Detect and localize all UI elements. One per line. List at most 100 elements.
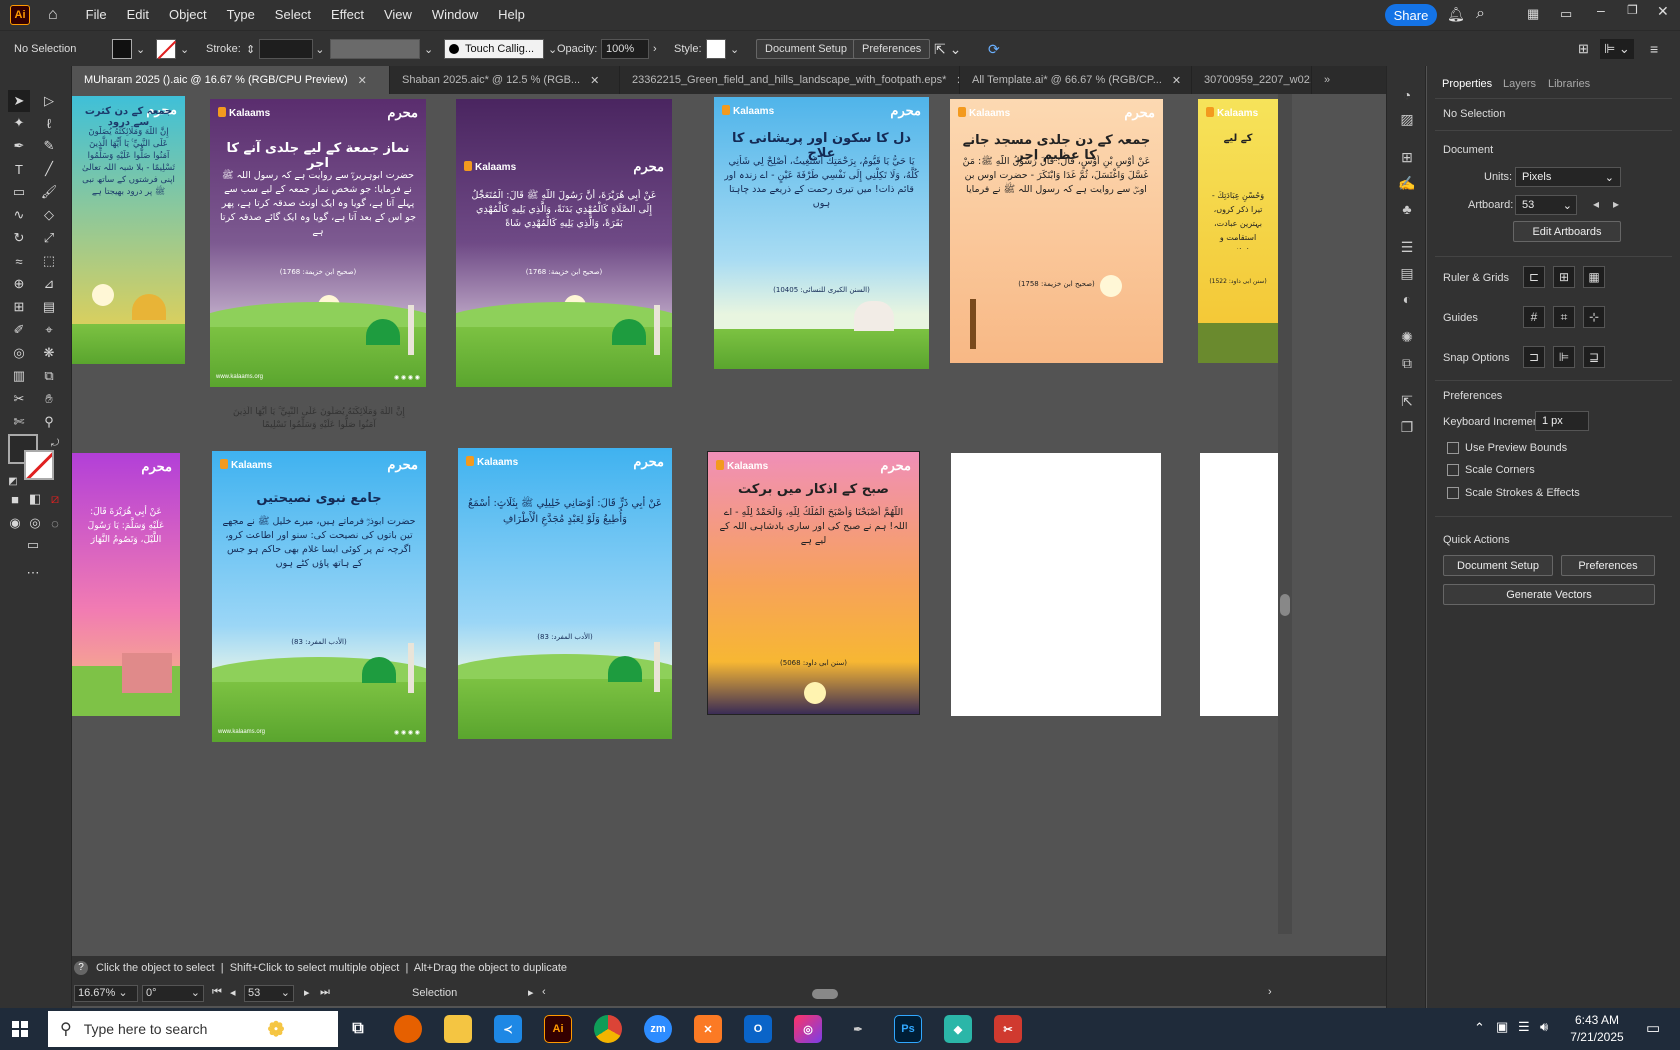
taskbar-search[interactable]: ⚲ Type here to search bbox=[48, 1011, 338, 1047]
horizontal-scrollbar[interactable] bbox=[556, 989, 1276, 999]
menu-help[interactable]: Help bbox=[488, 0, 535, 30]
document-setup-button[interactable]: Document Setup bbox=[756, 39, 856, 59]
close-icon[interactable]: ✕ bbox=[1657, 3, 1669, 20]
tray-chevron-icon[interactable]: ⌃ bbox=[1474, 1020, 1485, 1036]
brushes-panel-icon[interactable]: ✍ bbox=[1396, 172, 1418, 194]
brush-definition[interactable]: Touch Callig... ⌄ bbox=[444, 39, 557, 59]
artboards-panel-icon[interactable]: ❐ bbox=[1396, 416, 1418, 438]
mesh-tool-icon[interactable]: ⊞ bbox=[8, 296, 30, 318]
image-panel-icon[interactable]: ▨ bbox=[1396, 108, 1418, 130]
empty-artboard[interactable] bbox=[951, 453, 1161, 716]
color-mode-icon[interactable]: ■ bbox=[4, 488, 26, 510]
last-artboard-icon[interactable]: ⏭ bbox=[320, 986, 330, 999]
artboard-tool-icon[interactable]: ⧉ bbox=[38, 365, 60, 387]
shaper-tool-icon[interactable]: ∿ bbox=[8, 204, 30, 226]
next-artboard-icon[interactable]: ▸ bbox=[1613, 197, 1619, 211]
more-tools-icon[interactable]: ⋯ bbox=[22, 562, 44, 584]
screen-mode-icon[interactable]: ▭ bbox=[22, 534, 44, 556]
zoom-app-icon[interactable]: zm bbox=[644, 1015, 672, 1043]
windows-start-icon[interactable] bbox=[12, 1021, 28, 1037]
scroll-thumb[interactable] bbox=[812, 989, 838, 999]
artboard[interactable]: Kalaams محرم عَنْ أَبِي هُرَيْرَةَ، أَنَ… bbox=[456, 99, 672, 387]
prev-artboard-icon[interactable]: ◂ bbox=[230, 986, 236, 999]
minimize-icon[interactable]: – bbox=[1597, 2, 1605, 18]
draw-inside-icon[interactable]: ◌ bbox=[44, 512, 66, 534]
artboard[interactable]: محرم عَنْ أَبِي هُرَيْرَةَ قَالَ: عَلَيْ… bbox=[72, 453, 180, 716]
app-gem-icon[interactable]: ◆ bbox=[944, 1015, 972, 1043]
transform-panel-icon[interactable]: ⊞ bbox=[1396, 146, 1418, 168]
menu-edit[interactable]: Edit bbox=[117, 0, 159, 30]
status-arrow-icon[interactable]: ▸ bbox=[528, 986, 534, 999]
canvas[interactable]: محرم جمعہ کے دن کثرت سے درود إِنَّ اللَّ… bbox=[72, 94, 1372, 956]
edit-artboards-button[interactable]: Edit Artboards bbox=[1513, 221, 1621, 242]
line-tool-icon[interactable]: ╱ bbox=[38, 158, 60, 180]
smart-guides-icon[interactable]: ⊹ bbox=[1583, 306, 1605, 328]
preferences-button[interactable]: Preferences bbox=[1561, 555, 1655, 576]
paintbrush-tool-icon[interactable]: 🖌︎ bbox=[38, 181, 60, 203]
tab-properties[interactable]: Properties bbox=[1442, 78, 1492, 90]
firefox-icon[interactable] bbox=[394, 1015, 422, 1043]
gradient-tool-icon[interactable]: ▤ bbox=[38, 296, 60, 318]
rotate-tool-icon[interactable]: ↻ bbox=[8, 227, 30, 249]
recolor-icon[interactable]: ⟳ bbox=[988, 39, 1000, 59]
panel-icon[interactable]: ▭ bbox=[1560, 6, 1572, 22]
stroke-swatch[interactable]: ⌄ bbox=[156, 39, 189, 60]
column-graph-tool-icon[interactable]: ▥ bbox=[8, 365, 30, 387]
file-explorer-icon[interactable] bbox=[444, 1015, 472, 1043]
arrange-icon[interactable]: ▦ bbox=[1527, 6, 1539, 22]
export-panel-icon[interactable]: ⇱ bbox=[1396, 390, 1418, 412]
artboard[interactable]: محرم جمعہ کے دن کثرت سے درود إِنَّ اللَّ… bbox=[72, 96, 185, 364]
artboard-nav-select[interactable]: 53 ⌄ bbox=[244, 985, 294, 1002]
creative-cloud-icon[interactable]: ◎ bbox=[794, 1015, 822, 1043]
close-tab-icon[interactable]: ✕ bbox=[590, 74, 599, 87]
tab-muharam[interactable]: MUharam 2025 ().aic @ 16.67 % (RGB/CPU P… bbox=[72, 66, 390, 94]
document-setup-button[interactable]: Document Setup bbox=[1443, 555, 1553, 576]
bell-icon[interactable]: 🔔︎ bbox=[1447, 6, 1465, 23]
illustrator-taskbar-icon[interactable]: Ai bbox=[544, 1015, 572, 1043]
opacity-input[interactable]: 100% › bbox=[601, 39, 657, 59]
menu-view[interactable]: View bbox=[374, 0, 422, 30]
balloons-icon[interactable]: ❁ bbox=[262, 1015, 290, 1043]
variable-width-profile[interactable]: ⌄ bbox=[330, 39, 433, 59]
tab-green-field[interactable]: 23362215_Green_field_and_hills_landscape… bbox=[620, 66, 960, 94]
pen-tool-icon[interactable]: ✒ bbox=[8, 135, 30, 157]
artboard[interactable]: Kalaams محرم صبح کے اذکار میں برکت اللَّ… bbox=[707, 451, 920, 715]
eyedropper-tool-icon[interactable]: ✐ bbox=[8, 319, 30, 341]
type-tool-icon[interactable]: T bbox=[8, 158, 30, 180]
artboard[interactable]: Kalaams محرم عَنْ أَبِي ذَرٍّ قَالَ: أَو… bbox=[458, 448, 672, 739]
align-icon[interactable]: ⊞ bbox=[1578, 39, 1589, 59]
artboard[interactable]: Kalaams محرم جمعہ کے دن جلدی مسجد جانے ک… bbox=[950, 99, 1163, 363]
graphic-styles-panel-icon[interactable]: ✺ bbox=[1396, 326, 1418, 348]
share-button[interactable]: Share bbox=[1385, 4, 1437, 26]
photoshop-taskbar-icon[interactable]: Ps bbox=[894, 1015, 922, 1043]
menu-icon[interactable]: ≡ bbox=[1650, 39, 1658, 59]
selection-tool-icon[interactable]: ➤ bbox=[8, 90, 30, 112]
menu-window[interactable]: Window bbox=[422, 0, 488, 30]
restore-icon[interactable]: ❐ bbox=[1627, 3, 1638, 17]
tab-overflow-icon[interactable]: » bbox=[1312, 66, 1342, 94]
fill-swatch[interactable]: ⌄ bbox=[112, 39, 145, 59]
pen-app-icon[interactable]: ✒ bbox=[844, 1015, 872, 1043]
magic-wand-tool-icon[interactable]: ✦ bbox=[8, 112, 30, 134]
slice-tool-icon[interactable]: ✂ bbox=[8, 388, 30, 410]
app-tool-icon[interactable]: ✂ bbox=[994, 1015, 1022, 1043]
use-preview-bounds-checkbox[interactable]: Use Preview Bounds bbox=[1447, 442, 1567, 454]
previous-artboard-icon[interactable]: ◂ bbox=[1593, 197, 1599, 211]
scale-corners-checkbox[interactable]: Scale Corners bbox=[1447, 464, 1535, 476]
next-artboard-icon[interactable]: ▸ bbox=[304, 986, 310, 999]
shape-builder-tool-icon[interactable]: ⊕ bbox=[8, 273, 30, 295]
draw-behind-icon[interactable]: ◎ bbox=[24, 512, 46, 534]
tab-all-template[interactable]: All Template.ai* @ 66.67 % (RGB/CP... ✕ bbox=[960, 66, 1192, 94]
tray-network-icon[interactable]: ▣ bbox=[1496, 1019, 1508, 1035]
blend-tool-icon[interactable]: ◎ bbox=[8, 342, 30, 364]
keyboard-increment-input[interactable]: 1 px bbox=[1535, 411, 1589, 431]
scroll-left-icon[interactable]: ‹ bbox=[542, 986, 546, 998]
menu-object[interactable]: Object bbox=[159, 0, 217, 30]
rulers-icon[interactable]: ⊏ bbox=[1523, 266, 1545, 288]
rectangle-tool-icon[interactable]: ▭ bbox=[8, 181, 30, 203]
artboard[interactable]: Kalaams محرم جامع نبوی نصیحتیں حضرت ابوذ… bbox=[212, 451, 426, 742]
gradient-mode-icon[interactable]: ◧ bbox=[24, 488, 46, 510]
align-panel-icon[interactable]: ☰ bbox=[1396, 236, 1418, 258]
lock-guides-icon[interactable]: ⌗ bbox=[1553, 306, 1575, 328]
artboard-select[interactable]: 53 ⌄ bbox=[1515, 195, 1577, 215]
